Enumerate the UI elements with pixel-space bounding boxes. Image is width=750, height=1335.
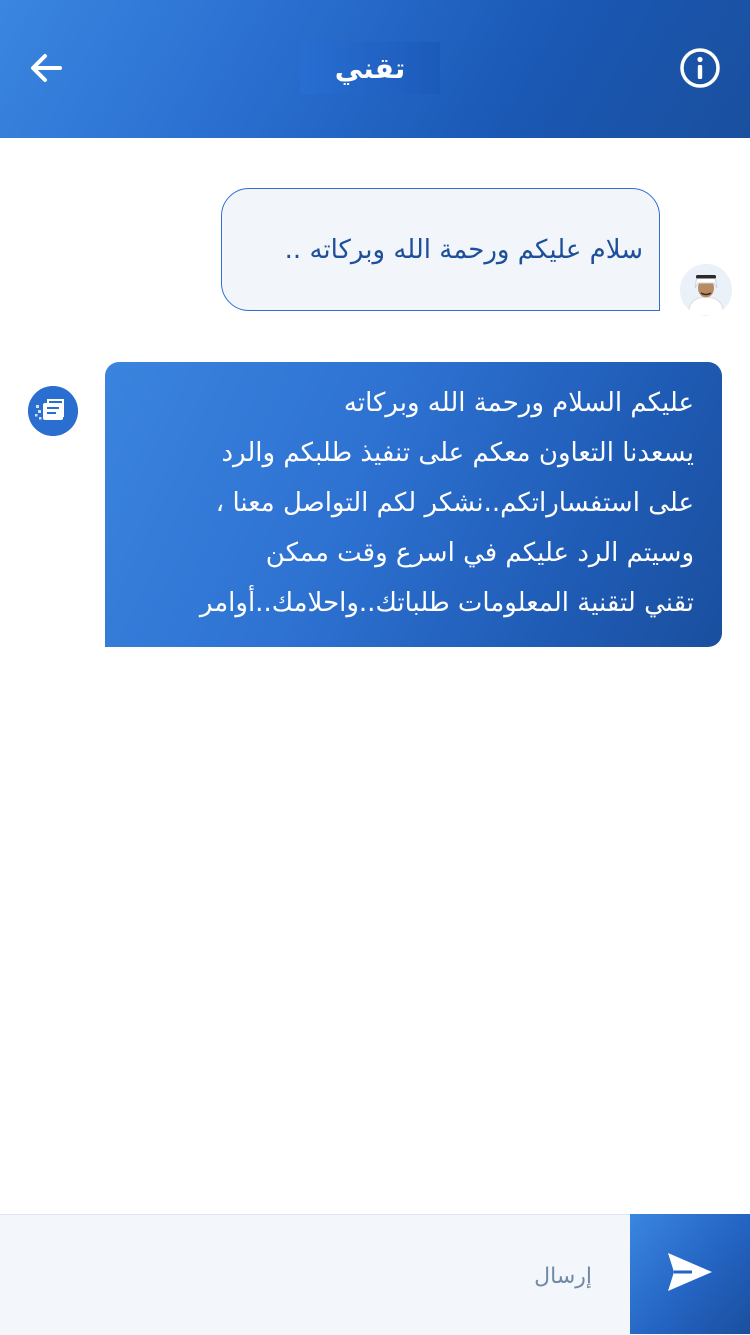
- user-message-text: سلام عليكم ورحمة الله وبركاته ..: [284, 234, 643, 265]
- bot-avatar: [28, 386, 78, 436]
- arrow-left-icon: [26, 48, 66, 92]
- user-avatar: [680, 264, 732, 316]
- bot-message-line: وسيتم الرد عليكم في اسرع وقت ممكن: [265, 538, 694, 568]
- bot-message-line: عليكم السلام ورحمة الله وبركاته: [343, 388, 694, 418]
- info-button[interactable]: [676, 46, 724, 94]
- app-header: تقني: [0, 0, 750, 138]
- info-circle-icon: [678, 46, 722, 94]
- message-input[interactable]: [20, 1230, 594, 1322]
- bot-message-line: على استفساراتكم..نشكر لكم التواصل معنا ،: [215, 488, 694, 518]
- page-title: تقني: [334, 51, 406, 85]
- send-button[interactable]: [630, 1214, 750, 1334]
- back-button[interactable]: [18, 44, 74, 96]
- user-message-bubble: سلام عليكم ورحمة الله وبركاته ..: [221, 188, 660, 311]
- send-icon: [666, 1251, 714, 1297]
- title-container: تقني: [300, 42, 440, 94]
- bot-message-line: يسعدنا التعاون معكم على تنفيذ طلبكم والر…: [221, 438, 694, 468]
- bot-message-bubble: عليكم السلام ورحمة الله وبركاته يسعدنا ا…: [105, 362, 722, 647]
- bot-message-line: تقني لتقنية المعلومات طلباتك..واحلامك..أ…: [199, 588, 694, 618]
